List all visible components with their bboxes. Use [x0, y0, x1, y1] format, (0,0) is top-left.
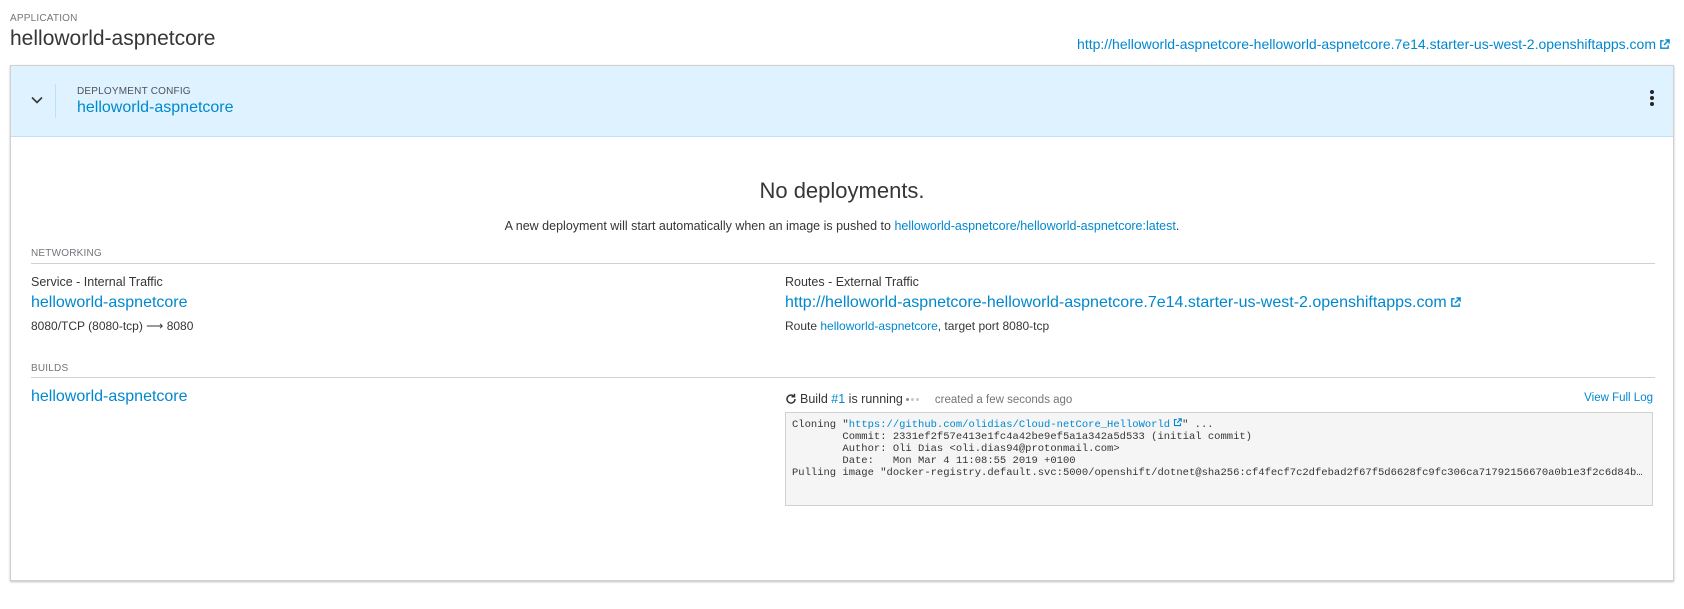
card-header: DEPLOYMENT CONFIG helloworld-aspnetcore	[11, 66, 1673, 137]
repo-url: https://github.com/olidias/Cloud-netCore…	[848, 419, 1171, 431]
networking-section-label: NETWORKING	[31, 248, 102, 259]
route-url: http://helloworld-aspnetcore-helloworld-…	[785, 294, 1447, 311]
build-status: Build #1 is running created a few seconds…	[785, 390, 1072, 406]
routes-block: Routes - External Traffic http://hellowo…	[785, 275, 1461, 333]
deployment-config-card: DEPLOYMENT CONFIG helloworld-aspnetcore …	[10, 65, 1674, 581]
deployment-config-link[interactable]: helloworld-aspnetcore	[77, 99, 234, 117]
log-line-author: Author: Oli Dias <oli.dias94@protonmail.…	[792, 443, 1120, 455]
log-cloning-suffix: " ...	[1182, 419, 1214, 431]
application-label: APPLICATION	[10, 13, 78, 24]
log-line-pulling: Pulling image "docker-registry.default.s…	[792, 467, 1646, 479]
view-full-log-link[interactable]: View Full Log	[1584, 392, 1653, 404]
service-block: Service - Internal Traffic helloworld-as…	[31, 275, 193, 333]
log-line-date: Date: Mon Mar 4 11:08:55 2019 +0100	[792, 455, 1076, 467]
application-route-link[interactable]: http://helloworld-aspnetcore-helloworld-…	[1077, 36, 1670, 52]
image-stream-link[interactable]: helloworld-aspnetcore/helloworld-aspnetc…	[894, 219, 1175, 233]
build-created-time: created a few seconds ago	[934, 394, 1073, 406]
loading-dots-icon	[905, 390, 921, 404]
build-status-suffix: is running	[845, 392, 903, 406]
header-divider	[55, 84, 56, 118]
empty-state-text-after: .	[1175, 219, 1180, 233]
service-ports: 8080/TCP (8080-tcp) ⟶ 8080	[31, 319, 194, 333]
build-number-link[interactable]: #1	[831, 392, 845, 406]
builds-divider	[31, 377, 1655, 378]
route-suffix: , target port 8080-tcp	[937, 319, 1050, 333]
kebab-menu-icon[interactable]	[1649, 90, 1655, 110]
application-route-url: http://helloworld-aspnetcore-helloworld-…	[1077, 36, 1656, 52]
empty-state-title: No deployments.	[759, 178, 925, 203]
chevron-down-icon[interactable]	[29, 92, 45, 108]
networking-divider	[31, 263, 1655, 264]
deployment-config-label: DEPLOYMENT CONFIG	[77, 86, 191, 97]
log-cloning-prefix: Cloning "	[792, 419, 849, 431]
application-name: helloworld-aspnetcore	[10, 27, 216, 50]
route-prefix: Route	[785, 319, 821, 333]
empty-state-text: A new deployment will start automaticall…	[11, 219, 1673, 233]
external-link-icon	[1450, 297, 1461, 307]
empty-state-text-before: A new deployment will start automaticall…	[504, 219, 895, 233]
route-name-link[interactable]: helloworld-aspnetcore	[820, 319, 937, 333]
build-config-link[interactable]: helloworld-aspnetcore	[31, 388, 188, 406]
running-spinner-icon	[786, 393, 796, 404]
log-line-cloning: Cloning "https://github.com/olidias/Clou…	[792, 418, 1646, 431]
repo-link[interactable]: https://github.com/olidias/Cloud-netCore…	[848, 418, 1182, 431]
build-status-prefix: Build	[800, 392, 832, 406]
external-link-icon	[1174, 418, 1182, 427]
log-line-commit: Commit: 2331ef2f57e413e1fc4a42be9ef5a1a3…	[792, 431, 1252, 443]
route-details: Route helloworld-aspnetcore, target port…	[785, 319, 1461, 333]
service-link[interactable]: helloworld-aspnetcore	[31, 294, 188, 311]
routes-heading: Routes - External Traffic	[785, 275, 919, 289]
builds-section-label: BUILDS	[31, 363, 69, 374]
external-link-icon	[1660, 39, 1670, 49]
service-heading: Service - Internal Traffic	[31, 275, 163, 289]
build-log[interactable]: Cloning "https://github.com/olidias/Clou…	[785, 412, 1653, 506]
route-url-link[interactable]: http://helloworld-aspnetcore-helloworld-…	[785, 294, 1461, 311]
